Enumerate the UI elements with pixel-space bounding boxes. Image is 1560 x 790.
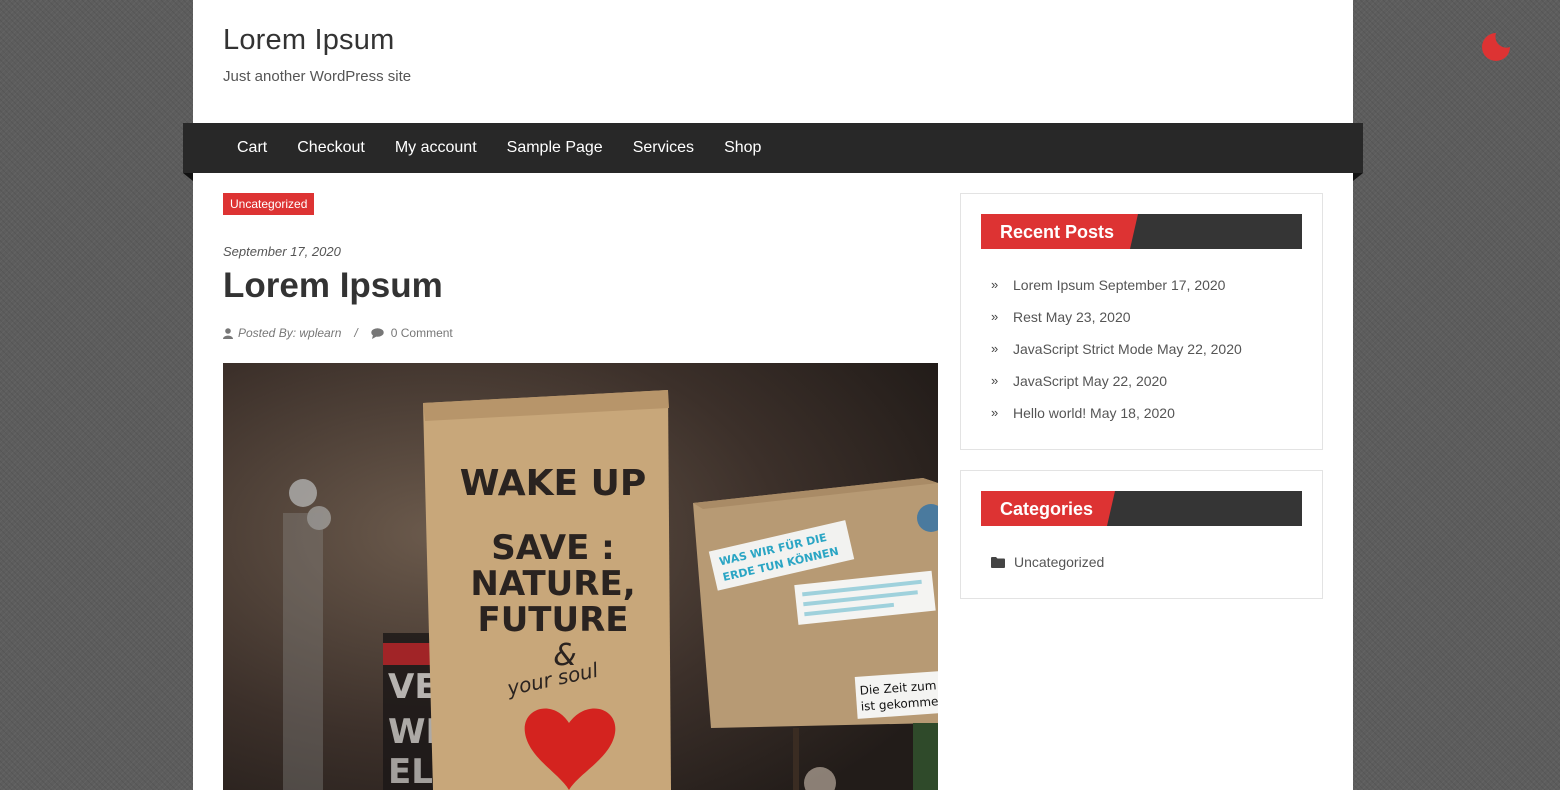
comment-icon <box>371 327 384 339</box>
sign-text-future: FUTURE <box>477 600 628 640</box>
protest-signs-image: VE WI EL WAKE UP SAVE : NATURE, FUTURE &… <box>223 363 938 790</box>
recent-post-date: September 17, 2020 <box>1098 277 1226 293</box>
recent-post-date: May 22, 2020 <box>1156 341 1242 357</box>
recent-post-title[interactable]: Hello world! <box>1013 405 1086 421</box>
post-title[interactable]: Lorem Ipsum <box>223 266 443 306</box>
svg-text:WI: WI <box>388 712 438 752</box>
recent-post-date: May 18, 2020 <box>1090 405 1175 421</box>
recent-post-title[interactable]: Lorem Ipsum <box>1013 277 1095 293</box>
recent-posts-heading: Recent Posts <box>1000 222 1115 242</box>
recent-post-item[interactable]: » Hello world! May 18, 2020 <box>991 405 1242 437</box>
chevron-right-icon: » <box>991 341 999 356</box>
folder-icon <box>991 556 1005 568</box>
sign-text-save: SAVE : <box>491 528 614 568</box>
nav-item-sample-page[interactable]: Sample Page <box>507 139 603 157</box>
chevron-right-icon: » <box>991 309 999 324</box>
recent-post-date: May 22, 2020 <box>1082 373 1168 389</box>
site-title[interactable]: Lorem Ipsum <box>223 24 394 57</box>
recent-post-item[interactable]: » Rest May 23, 2020 <box>991 309 1242 341</box>
chevron-right-icon: » <box>991 277 999 292</box>
recent-post-title[interactable]: JavaScript <box>1013 373 1078 389</box>
chevron-right-icon: » <box>991 405 999 420</box>
post-date: September 17, 2020 <box>223 244 341 259</box>
category-badge[interactable]: Uncategorized <box>223 193 315 215</box>
user-icon <box>223 327 233 339</box>
post-meta: Posted By: wplearn / 0 Comment <box>223 326 453 340</box>
post-author[interactable]: Posted By: wplearn <box>238 326 341 340</box>
nav-item-shop[interactable]: Shop <box>724 139 761 157</box>
recent-post-date: May 23, 2020 <box>1045 309 1131 325</box>
recent-post-item[interactable]: » JavaScript Strict Mode May 22, 2020 <box>991 341 1242 373</box>
sign-text-nature: NATURE, <box>470 564 635 604</box>
categories-heading: Categories <box>1000 499 1094 519</box>
main-navigation: Cart Checkout My account Sample Page Ser… <box>183 123 1363 181</box>
recent-post-item[interactable]: » JavaScript May 22, 2020 <box>991 373 1242 405</box>
categories-widget: Categories Uncategorized <box>960 470 1323 599</box>
recent-post-title[interactable]: Rest <box>1013 309 1042 325</box>
meta-separator: / <box>354 326 358 340</box>
recent-posts-widget: Recent Posts » Lorem Ipsum September 17,… <box>960 193 1323 450</box>
dark-mode-toggle[interactable] <box>1480 31 1512 63</box>
svg-text:EL: EL <box>388 752 433 790</box>
category-item[interactable]: Uncategorized <box>991 554 1104 570</box>
nav-item-services[interactable]: Services <box>633 139 694 157</box>
recent-posts-list: » Lorem Ipsum September 17, 2020 » Rest … <box>991 277 1242 437</box>
category-link[interactable]: Uncategorized <box>1014 554 1104 570</box>
nav-item-my-account[interactable]: My account <box>395 139 477 157</box>
recent-post-title[interactable]: JavaScript Strict Mode <box>1013 341 1153 357</box>
page-container: Lorem Ipsum Just another WordPress site … <box>193 0 1353 790</box>
post-comments-link[interactable]: 0 Comment <box>391 326 453 340</box>
recent-post-item[interactable]: » Lorem Ipsum September 17, 2020 <box>991 277 1242 309</box>
nav-item-checkout[interactable]: Checkout <box>297 139 365 157</box>
recent-posts-header: Recent Posts <box>981 214 1302 249</box>
sign-text-wake-up: WAKE UP <box>460 463 647 504</box>
chevron-right-icon: » <box>991 373 999 388</box>
moon-icon <box>1482 33 1510 61</box>
categories-header: Categories <box>981 491 1302 526</box>
featured-image[interactable]: VE WI EL WAKE UP SAVE : NATURE, FUTURE &… <box>223 363 938 790</box>
nav-item-cart[interactable]: Cart <box>237 139 267 157</box>
site-description: Just another WordPress site <box>223 68 412 85</box>
